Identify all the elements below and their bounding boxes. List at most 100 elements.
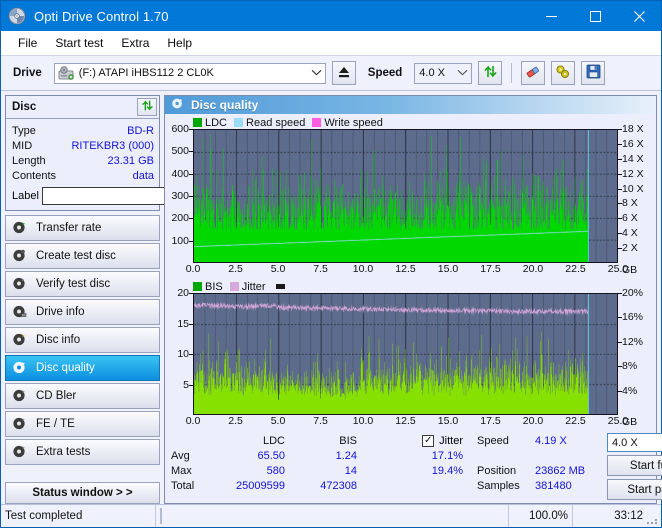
axis-tick-label: 17.5	[480, 263, 501, 275]
refresh-button[interactable]	[478, 61, 503, 85]
sidebar-item-verify-test-disc[interactable]: Verify test disc	[5, 271, 160, 297]
sidebar-item-drive-info[interactable]: Drive info	[5, 299, 160, 325]
sidebar: Disc Type BD-R MID RITEKBR3 (000) Length…	[5, 95, 211, 504]
speed-stat-value: 4.19 X	[535, 434, 567, 447]
legend-swatch-ldc	[193, 118, 202, 127]
axis-tick-label: 2.5	[228, 415, 243, 427]
axis-tick-label: 500	[171, 145, 189, 158]
legend-item-ldc: LDC	[193, 117, 227, 129]
sidebar-item-label: Disc quality	[36, 362, 95, 374]
eraser-icon	[525, 64, 541, 83]
test-speed-select[interactable]: 4.0 X	[607, 433, 662, 452]
stats-ldc-avg: 65.50	[257, 449, 285, 462]
drive-select[interactable]: (F:) ATAPI iHBS112 2 CL0K	[53, 62, 326, 84]
disc-value-mid: RITEKBR3 (000)	[71, 139, 154, 152]
bis-plot-area	[193, 293, 618, 415]
sidebar-item-create-test-disc[interactable]: Create test disc	[5, 243, 160, 269]
disc-refresh-button[interactable]	[137, 98, 157, 116]
minimize-button[interactable]	[529, 1, 573, 31]
ldc-x-axis: 0.0 2.5 5.0 7.5 10.0 12.5 15.0 17.5 20.0 22.5 25.0…	[167, 263, 654, 277]
nav-list: Transfer rate Create test disc Verify te…	[5, 215, 160, 465]
sidebar-item-transfer-rate[interactable]: Transfer rate	[5, 215, 160, 241]
stats-bis-total: 472308	[320, 479, 357, 492]
menu-item-file[interactable]: File	[9, 34, 46, 52]
eject-icon	[337, 65, 351, 82]
disc-info-panel: Disc Type BD-R MID RITEKBR3 (000) Length…	[5, 95, 211, 211]
axis-tick-label: 20.0	[522, 263, 544, 275]
progress-bar	[156, 505, 509, 527]
stats-jitter-avg: 17.1%	[431, 449, 463, 462]
sidebar-item-cd-bler[interactable]: CD Bler	[5, 383, 160, 409]
test-controls: 4.0 X Start full Start part	[607, 433, 662, 500]
axis-tick-label: 18 X	[622, 122, 644, 135]
jitter-checkbox[interactable]: ✓	[422, 434, 435, 447]
stats-jitter-col: ✓ Jitter 17.1% 19.4%	[373, 433, 463, 500]
sidebar-item-label: Transfer rate	[36, 222, 102, 234]
sidebar-item-fe-te[interactable]: FE / TE	[5, 411, 160, 437]
tools-button[interactable]	[551, 61, 576, 85]
maximize-button[interactable]	[573, 1, 617, 31]
chevron-down-icon	[454, 68, 471, 78]
sidebar-item-disc-info[interactable]: Disc info	[5, 327, 160, 353]
stats-header-ldc: LDC	[262, 434, 285, 447]
sidebar-item-extra-tests[interactable]: Extra tests	[5, 439, 160, 465]
axis-tick-mark	[618, 173, 622, 175]
disc-verify-icon	[12, 276, 28, 292]
axis-tick-label: 22.5	[565, 415, 586, 427]
sidebar-item-label: Create test disc	[36, 250, 116, 262]
elapsed-time: 33:12	[614, 510, 643, 522]
drive-icon	[58, 65, 75, 81]
eject-button[interactable]	[331, 61, 356, 85]
sidebar-item-disc-quality[interactable]: Disc quality	[5, 355, 160, 381]
ldc-plot-area	[193, 129, 618, 263]
axis-tick-mark	[618, 366, 622, 368]
axis-tick-mark	[618, 233, 622, 235]
axis-tick-label: 0.0	[185, 415, 201, 427]
refresh-icon	[483, 64, 498, 82]
speed-value: 4.0 X	[419, 67, 445, 79]
bis-y-axis: 5 10 15 20	[167, 288, 193, 415]
sidebar-item-label: Verify test disc	[36, 278, 111, 290]
erase-button[interactable]	[521, 61, 546, 85]
axis-tick-label: 5.0	[270, 415, 286, 427]
axis-tick-mark	[618, 188, 622, 190]
axis-tick-mark	[618, 203, 622, 205]
disc-label-caption: Label	[12, 190, 39, 202]
disc-row-mid: MID RITEKBR3 (000)	[12, 138, 154, 153]
disc-panel-title: Disc	[12, 101, 37, 113]
sidebar-item-label: CD Bler	[36, 390, 77, 402]
stats-jitter-max: 19.4%	[431, 464, 463, 477]
menu-item-extra[interactable]: Extra	[112, 34, 158, 52]
start-full-button[interactable]: Start full	[607, 455, 662, 476]
axis-tick-label: 15.0	[437, 263, 459, 275]
window-controls	[529, 1, 661, 31]
start-part-button[interactable]: Start part	[607, 479, 662, 500]
disc-burn-icon	[12, 248, 28, 264]
disc-value-type: BD-R	[127, 124, 154, 137]
bis-y2-axis: 4% 8% 12% 16% 20%	[618, 288, 654, 415]
window-title: Opti Drive Control 1.70	[34, 8, 169, 24]
jitter-toggle[interactable]: ✓ Jitter	[373, 433, 463, 448]
axis-tick-mark	[618, 390, 622, 392]
axis-tick-label: 10 X	[622, 182, 644, 195]
speed-select[interactable]: 4.0 X	[414, 62, 473, 84]
legend-label-ldc: LDC	[205, 116, 228, 129]
axis-tick-label: 12%	[622, 335, 644, 348]
statistics-area: Avg Max Total LDC 65.50 580 25009599 BIS…	[167, 429, 662, 503]
resize-grip[interactable]	[647, 505, 661, 527]
menu-item-help[interactable]: Help	[158, 34, 201, 52]
axis-tick-mark	[618, 129, 622, 130]
axis-tick-label: 7.5	[313, 263, 328, 275]
test-speed-value: 4.0 X	[612, 436, 638, 449]
save-button[interactable]	[581, 61, 606, 85]
menu-item-start-test[interactable]: Start test	[46, 34, 112, 52]
toolbar: Drive (F:) ATAPI iHBS112 2 CL0K Speed 4.…	[1, 56, 661, 91]
status-bar: Test completed 100.0% 33:12	[1, 504, 661, 527]
stats-corner	[171, 433, 213, 448]
axis-tick-label: 10.0	[352, 263, 374, 275]
close-button[interactable]	[617, 1, 661, 31]
stats-speed-col: Speed 4.19 X Position 23862 MB Samples 3…	[477, 433, 601, 500]
panel-header: Disc quality	[165, 96, 656, 114]
sidebar-item-label: Drive info	[36, 306, 85, 318]
status-window-button[interactable]: Status window > >	[5, 482, 160, 504]
